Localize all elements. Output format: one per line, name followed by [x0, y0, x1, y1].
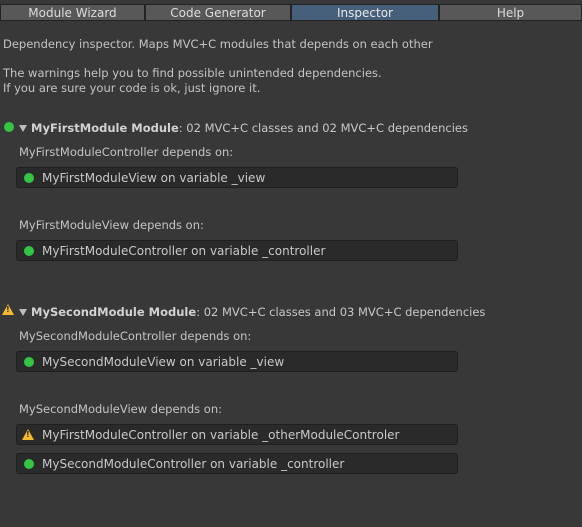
dependency-field[interactable]: MySecondModuleController on variable _co… — [16, 453, 458, 474]
module-name: MyFirstModule Module — [31, 121, 179, 135]
description-line-2: The warnings help you to find possible u… — [3, 66, 382, 80]
green-dot-icon — [24, 459, 34, 469]
warning-icon — [2, 304, 14, 315]
dependency-field[interactable]: MyFirstModuleController on variable _con… — [16, 240, 458, 261]
module-header[interactable]: MySecondModule Module: 02 MVC+C classes … — [31, 305, 485, 319]
module-summary: : 02 MVC+C classes and 02 MVC+C dependen… — [178, 121, 469, 135]
module-name: MySecondModule Module — [31, 305, 197, 319]
green-dot-icon — [24, 357, 34, 367]
foldout-arrow-icon[interactable] — [19, 309, 27, 316]
depends-on-label: MySecondModuleView depends on: — [19, 402, 222, 416]
depends-on-label: MyFirstModuleView depends on: — [19, 218, 204, 232]
description-line-3: If you are sure your code is ok, just ig… — [3, 81, 261, 95]
dependency-text: MyFirstModuleController on variable _oth… — [42, 428, 400, 442]
dependency-field[interactable]: MyFirstModuleController on variable _oth… — [16, 424, 458, 445]
dependency-field[interactable]: MySecondModuleView on variable _view — [16, 351, 458, 372]
tab-code-generator[interactable]: Code Generator — [145, 4, 291, 21]
dependency-text: MySecondModuleView on variable _view — [42, 355, 285, 369]
green-dot-icon — [4, 122, 14, 132]
module-header[interactable]: MyFirstModule Module: 02 MVC+C classes a… — [31, 121, 468, 135]
tab-module-wizard[interactable]: Module Wizard — [0, 4, 145, 21]
green-dot-icon — [24, 246, 34, 256]
foldout-arrow-icon[interactable] — [19, 125, 27, 132]
depends-on-label: MyFirstModuleController depends on: — [19, 145, 234, 159]
description-line-1: Dependency inspector. Maps MVC+C modules… — [3, 37, 433, 51]
tab-help[interactable]: Help — [439, 4, 582, 21]
dependency-text: MySecondModuleController on variable _co… — [42, 457, 345, 471]
dependency-text: MyFirstModuleView on variable _view — [42, 171, 266, 185]
dependency-text: MyFirstModuleController on variable _con… — [42, 244, 326, 258]
warning-icon — [22, 429, 34, 440]
dependency-field[interactable]: MyFirstModuleView on variable _view — [16, 167, 458, 188]
toolbar-tabs: Module Wizard Code Generator Inspector H… — [0, 4, 582, 22]
depends-on-label: MySecondModuleController depends on: — [19, 329, 252, 343]
tab-inspector[interactable]: Inspector — [291, 4, 439, 21]
green-dot-icon — [24, 173, 34, 183]
module-summary: : 02 MVC+C classes and 03 MVC+C dependen… — [196, 305, 486, 319]
